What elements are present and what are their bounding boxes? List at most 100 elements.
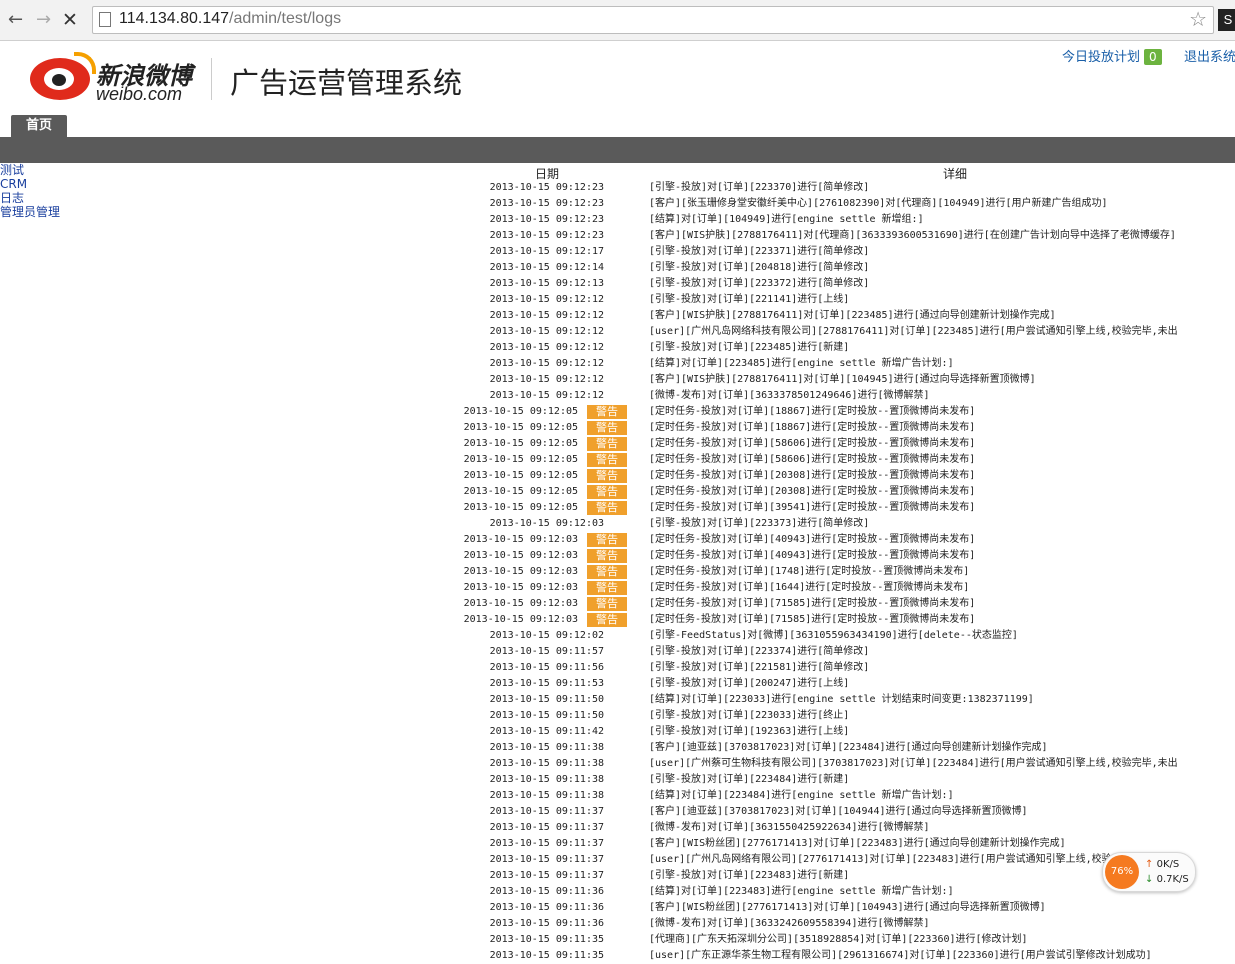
log-detail: [定时任务-投放]对[订单][71585]进行[定时投放--置顶微博尚未发布]: [649, 598, 976, 609]
log-detail: [user][广州凡岛网络科技有限公司][2788176411]对[订单][22…: [649, 326, 1178, 337]
log-time: 2013-10-15 09:12:03: [463, 582, 578, 593]
log-row: 2013-10-15 09:11:53 [引擎-投放]对[订单][200247]进…: [0, 676, 1235, 692]
log-row: 2013-10-15 09:12:14 [引擎-投放]对[订单][204818]进…: [0, 260, 1235, 276]
log-row: 2013-10-15 09:12:03 警告 [定时任务-投放]对[订单][1644…: [0, 580, 1235, 596]
log-row: 2013-10-15 09:11:36 [客户][WIS粉丝团][27761714…: [0, 900, 1235, 916]
log-time: 2013-10-15 09:12:03: [463, 566, 578, 577]
log-detail: [客户][WIS粉丝团][2776171413]对[订单][104943]进行[…: [649, 902, 1046, 913]
log-row: 2013-10-15 09:11:38 [客户][迪亚兹][3703817023]…: [0, 740, 1235, 756]
sidebar-item-test[interactable]: 测试: [0, 163, 60, 177]
log-time: 2013-10-15 09:11:38: [489, 790, 604, 801]
log-row: 2013-10-15 09:11:57 [引擎-投放]对[订单][223374]进…: [0, 644, 1235, 660]
url-path: /admin/test/logs: [229, 10, 342, 27]
extension-button[interactable]: S: [1218, 9, 1235, 31]
log-time: 2013-10-15 09:11:42: [489, 726, 604, 737]
warning-badge: 警告: [587, 469, 627, 483]
log-detail: [引擎-投放]对[订单][221141]进行[上线]: [649, 294, 850, 305]
log-row: 2013-10-15 09:12:23 [引擎-投放]对[订单][223370]进…: [0, 180, 1235, 196]
log-time: 2013-10-15 09:11:37: [489, 806, 604, 817]
log-time: 2013-10-15 09:11:38: [489, 774, 604, 785]
log-time: 2013-10-15 09:11:37: [489, 854, 604, 865]
log-detail: [微博-发布]对[订单][3631550425922634]进行[微博解禁]: [649, 822, 930, 833]
sidebar-item-admin[interactable]: 管理员管理: [0, 205, 60, 219]
address-bar[interactable]: 114.134.80.147/admin/test/logs ☆: [92, 6, 1214, 34]
log-detail: [user][广州凡岛网络有限公司][2776171413]对[订单][2234…: [649, 854, 1174, 865]
log-detail: [引擎-投放]对[订单][200247]进行[上线]: [649, 678, 850, 689]
log-detail: [引擎-投放]对[订单][223373]进行[简单修改]: [649, 518, 870, 529]
log-detail: [定时任务-投放]对[订单][58606]进行[定时投放--置顶微博尚未发布]: [649, 454, 976, 465]
log-row: 2013-10-15 09:12:12 [引擎-投放]对[订单][223485]进…: [0, 340, 1235, 356]
log-time: 2013-10-15 09:12:05: [463, 406, 578, 417]
log-detail: [结算]对[订单][223485]进行[engine settle 新增广告计划…: [649, 358, 954, 369]
log-row: 2013-10-15 09:11:37 [客户][WIS粉丝团][27761714…: [0, 836, 1235, 852]
log-detail: [客户][迪亚兹][3703817023]对[订单][104944]进行[通过向…: [649, 806, 1028, 817]
sidebar-item-logs[interactable]: 日志: [0, 191, 60, 205]
log-row: 2013-10-15 09:11:56 [引擎-投放]对[订单][221581]进…: [0, 660, 1235, 676]
log-row: 2013-10-15 09:11:42 [引擎-投放]对[订单][192363]进…: [0, 724, 1235, 740]
log-detail: [微博-发布]对[订单][3633378501249646]进行[微博解禁]: [649, 390, 930, 401]
back-icon[interactable]: ←: [8, 9, 23, 30]
warning-badge: 警告: [587, 501, 627, 515]
log-detail: [定时任务-投放]对[订单][39541]进行[定时投放--置顶微博尚未发布]: [649, 502, 976, 513]
log-detail: [引擎-投放]对[订单][223374]进行[简单修改]: [649, 646, 870, 657]
log-detail: [客户][WIS粉丝团][2776171413]对[订单][223483]进行[…: [649, 838, 1066, 849]
log-time: 2013-10-15 09:11:53: [489, 678, 604, 689]
log-time: 2013-10-15 09:12:23: [489, 230, 604, 241]
warning-badge: 警告: [587, 437, 627, 451]
bookmark-star-icon[interactable]: ☆: [1189, 7, 1207, 31]
stop-loading-icon[interactable]: ✕: [62, 9, 78, 31]
sidebar-item-crm[interactable]: CRM: [0, 177, 60, 191]
log-detail: [结算]对[订单][223484]进行[engine settle 新增广告计划…: [649, 790, 954, 801]
log-detail: [微博-发布]对[订单][3633242609558394]进行[微博解禁]: [649, 918, 930, 929]
log-time: 2013-10-15 09:12:05: [463, 470, 578, 481]
log-time: 2013-10-15 09:12:17: [489, 246, 604, 257]
network-speed-widget[interactable]: 76% ↑ 0K/S ↓ 0.7K/S: [1102, 852, 1196, 892]
speed-percent: 76%: [1105, 855, 1139, 889]
download-value: 0.7K/S: [1156, 874, 1189, 885]
page-icon: [99, 12, 111, 27]
log-row: 2013-10-15 09:12:05 警告 [定时任务-投放]对[订单][5860…: [0, 436, 1235, 452]
log-row: 2013-10-15 09:12:12 [客户][WIS护肤][278817641…: [0, 372, 1235, 388]
today-plan-link[interactable]: 今日投放计划: [1062, 50, 1140, 65]
tab-home[interactable]: 首页: [11, 115, 67, 138]
forward-icon[interactable]: →: [36, 9, 51, 30]
logout-link[interactable]: 退出系统: [1184, 46, 1235, 65]
log-time: 2013-10-15 09:12:12: [489, 294, 604, 305]
log-row: 2013-10-15 09:11:37 [user][广州凡岛网络有限公司][27…: [0, 852, 1235, 868]
log-detail: [代理商][广东天拓深圳分公司][3518928854]对[订单][223360…: [649, 934, 1028, 945]
log-detail: [定时任务-投放]对[订单][20308]进行[定时投放--置顶微博尚未发布]: [649, 470, 976, 481]
log-row: 2013-10-15 09:12:05 警告 [定时任务-投放]对[订单][2030…: [0, 468, 1235, 484]
log-time: 2013-10-15 09:12:03: [463, 534, 578, 545]
log-detail: [客户][WIS护肤][2788176411]对[订单][104945]进行[通…: [649, 374, 1036, 385]
log-time: 2013-10-15 09:11:36: [489, 886, 604, 897]
upload-value: 0K/S: [1156, 859, 1180, 870]
warning-badge: 警告: [587, 613, 627, 627]
warning-badge: 警告: [587, 453, 627, 467]
log-detail: [定时任务-投放]对[订单][20308]进行[定时投放--置顶微博尚未发布]: [649, 486, 976, 497]
download-speed: ↓ 0.7K/S: [1145, 874, 1189, 885]
log-time: 2013-10-15 09:12:03: [463, 598, 578, 609]
log-detail: [引擎-投放]对[订单][223370]进行[简单修改]: [649, 182, 870, 193]
log-detail: [引擎-投放]对[订单][223371]进行[简单修改]: [649, 246, 870, 257]
log-row: 2013-10-15 09:12:23 [客户][张玉珊修身堂安徽纤美中心][27…: [0, 196, 1235, 212]
today-plan-count-badge: 0: [1144, 49, 1162, 65]
log-time: 2013-10-15 09:12:05: [463, 422, 578, 433]
address-url[interactable]: 114.134.80.147/admin/test/logs: [119, 10, 341, 28]
weibo-logo[interactable]: 新浪微博 weibo.com: [30, 52, 210, 104]
log-detail: [引擎-投放]对[订单][204818]进行[简单修改]: [649, 262, 870, 273]
log-time: 2013-10-15 09:11:50: [489, 710, 604, 721]
log-time: 2013-10-15 09:11:36: [489, 902, 604, 913]
sidebar: 测试 CRM 日志 管理员管理: [0, 163, 60, 219]
log-row: 2013-10-15 09:11:37 [客户][迪亚兹][3703817023]…: [0, 804, 1235, 820]
warning-badge: 警告: [587, 485, 627, 499]
log-time: 2013-10-15 09:11:37: [489, 822, 604, 833]
log-detail: [引擎-投放]对[订单][223033]进行[终止]: [649, 710, 850, 721]
log-detail: [引擎-投放]对[订单][223483]进行[新建]: [649, 870, 850, 881]
log-detail: [引擎-投放]对[订单][223372]进行[简单修改]: [649, 278, 870, 289]
system-title: 广告运营管理系统: [230, 66, 463, 100]
log-detail: [定时任务-投放]对[订单][40943]进行[定时投放--置顶微博尚未发布]: [649, 534, 976, 545]
log-row: 2013-10-15 09:11:38 [引擎-投放]对[订单][223484]进…: [0, 772, 1235, 788]
log-time: 2013-10-15 09:11:37: [489, 838, 604, 849]
log-row: 2013-10-15 09:12:23 [结算]对[订单][104949]进行[e…: [0, 212, 1235, 228]
log-time: 2013-10-15 09:11:57: [489, 646, 604, 657]
